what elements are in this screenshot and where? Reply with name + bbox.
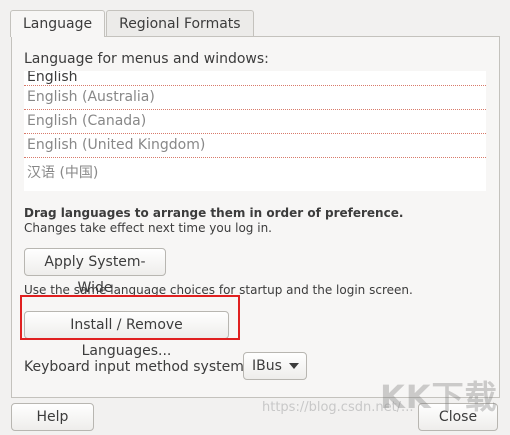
language-list[interactable]: English English (Australia) English (Can… <box>24 71 486 191</box>
drag-hint: Drag languages to arrange them in order … <box>24 206 404 220</box>
language-heading: Language for menus and windows: <box>24 51 269 67</box>
help-button[interactable]: Help <box>11 403 94 431</box>
language-item-english-australia[interactable]: English (Australia) <box>24 86 486 110</box>
keyboard-input-label: Keyboard input method system: <box>24 359 249 375</box>
tab-regional-formats[interactable]: Regional Formats <box>106 10 254 36</box>
tab-bar: Language Regional Formats <box>10 10 255 37</box>
chevron-down-icon <box>288 363 299 369</box>
highlight-box <box>20 295 240 340</box>
language-item-chinese[interactable]: 汉语 (中国) <box>24 158 486 188</box>
language-item-english[interactable]: English <box>24 71 486 86</box>
change-hint: Changes take effect next time you log in… <box>24 221 272 235</box>
language-item-english-uk[interactable]: English (United Kingdom) <box>24 134 486 158</box>
language-item-english-canada[interactable]: English (Canada) <box>24 110 486 134</box>
apply-system-wide-button[interactable]: Apply System-Wide <box>24 248 166 296</box>
watermark-logo: KK下载 <box>380 378 498 416</box>
keyboard-input-select[interactable]: IBus <box>243 352 307 380</box>
tab-language[interactable]: Language <box>10 10 106 37</box>
keyboard-input-value: IBus <box>252 358 282 374</box>
